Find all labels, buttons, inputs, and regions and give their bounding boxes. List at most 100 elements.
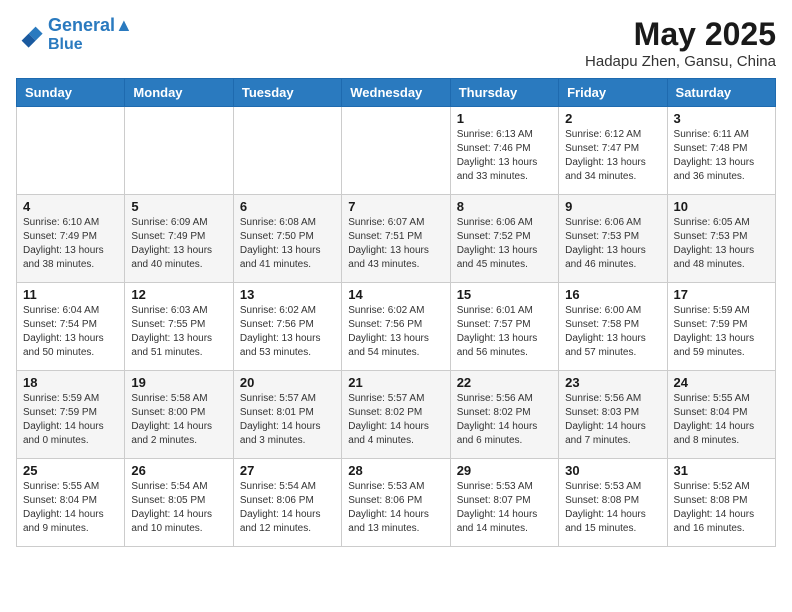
day-info: Sunrise: 6:01 AM Sunset: 7:57 PM Dayligh… bbox=[457, 304, 552, 360]
day-info: Sunrise: 6:02 AM Sunset: 7:56 PM Dayligh… bbox=[240, 304, 335, 360]
day-number: 9 bbox=[565, 199, 660, 214]
day-info: Sunrise: 5:58 AM Sunset: 8:00 PM Dayligh… bbox=[131, 392, 226, 448]
day-info: Sunrise: 6:12 AM Sunset: 7:47 PM Dayligh… bbox=[565, 128, 660, 184]
day-number: 12 bbox=[131, 287, 226, 302]
calendar-cell: 3 Sunrise: 6:11 AM Sunset: 7:48 PM Daylig… bbox=[667, 107, 775, 195]
day-number: 27 bbox=[240, 463, 335, 478]
calendar-cell: 26 Sunrise: 5:54 AM Sunset: 8:05 PM Dayli… bbox=[125, 459, 233, 547]
calendar-cell: 16 Sunrise: 6:00 AM Sunset: 7:58 PM Dayli… bbox=[559, 283, 667, 371]
calendar-cell: 15Sunrise: 6:01 AM Sunset: 7:57 PM Dayli… bbox=[450, 283, 558, 371]
day-info: Sunrise: 5:55 AM Sunset: 8:04 PM Dayligh… bbox=[674, 392, 769, 448]
day-info: Sunrise: 5:56 AM Sunset: 8:02 PM Dayligh… bbox=[457, 392, 552, 448]
calendar-cell: 4Sunrise: 6:10 AM Sunset: 7:49 PM Daylig… bbox=[17, 195, 125, 283]
day-number: 23 bbox=[565, 375, 660, 390]
calendar-cell bbox=[125, 107, 233, 195]
calendar-cell: 22 Sunrise: 5:56 AM Sunset: 8:02 PM Dayli… bbox=[450, 371, 558, 459]
day-number: 8 bbox=[457, 199, 552, 214]
logo-text: General▲ Blue bbox=[48, 16, 133, 53]
week-row-3: 18 Sunrise: 5:59 AM Sunset: 7:59 PM Dayli… bbox=[17, 371, 776, 459]
day-info: Sunrise: 5:55 AM Sunset: 8:04 PM Dayligh… bbox=[23, 480, 118, 536]
day-number: 28 bbox=[348, 463, 443, 478]
day-info: Sunrise: 6:00 AM Sunset: 7:58 PM Dayligh… bbox=[565, 304, 660, 360]
page-header: General▲ Blue May 2025 Hadapu Zhen, Gans… bbox=[16, 16, 776, 70]
calendar-cell: 13 Sunrise: 6:02 AM Sunset: 7:56 PM Dayli… bbox=[233, 283, 341, 371]
day-info: Sunrise: 5:53 AM Sunset: 8:08 PM Dayligh… bbox=[565, 480, 660, 536]
day-info: Sunrise: 5:59 AM Sunset: 7:59 PM Dayligh… bbox=[23, 392, 118, 448]
calendar-cell: 20 Sunrise: 5:57 AM Sunset: 8:01 PM Dayli… bbox=[233, 371, 341, 459]
day-info: Sunrise: 6:13 AM Sunset: 7:46 PM Dayligh… bbox=[457, 128, 552, 184]
calendar-cell: 12 Sunrise: 6:03 AM Sunset: 7:55 PM Dayli… bbox=[125, 283, 233, 371]
day-number: 13 bbox=[240, 287, 335, 302]
day-info: Sunrise: 6:03 AM Sunset: 7:55 PM Dayligh… bbox=[131, 304, 226, 360]
day-number: 26 bbox=[131, 463, 226, 478]
day-info: Sunrise: 6:04 AM Sunset: 7:54 PM Dayligh… bbox=[23, 304, 118, 360]
day-info: Sunrise: 6:06 AM Sunset: 7:53 PM Dayligh… bbox=[565, 216, 660, 272]
calendar-cell: 23 Sunrise: 5:56 AM Sunset: 8:03 PM Dayli… bbox=[559, 371, 667, 459]
calendar-cell bbox=[342, 107, 450, 195]
calendar-cell: 28 Sunrise: 5:53 AM Sunset: 8:06 PM Dayli… bbox=[342, 459, 450, 547]
day-info: Sunrise: 5:53 AM Sunset: 8:07 PM Dayligh… bbox=[457, 480, 552, 536]
day-info: Sunrise: 6:08 AM Sunset: 7:50 PM Dayligh… bbox=[240, 216, 335, 272]
calendar-cell: 6 Sunrise: 6:08 AM Sunset: 7:50 PM Daylig… bbox=[233, 195, 341, 283]
calendar-cell: 9 Sunrise: 6:06 AM Sunset: 7:53 PM Daylig… bbox=[559, 195, 667, 283]
calendar-cell bbox=[233, 107, 341, 195]
calendar-cell: 25Sunrise: 5:55 AM Sunset: 8:04 PM Dayli… bbox=[17, 459, 125, 547]
logo-line1: General bbox=[48, 15, 115, 35]
day-info: Sunrise: 5:57 AM Sunset: 8:01 PM Dayligh… bbox=[240, 392, 335, 448]
calendar-cell: 29 Sunrise: 5:53 AM Sunset: 8:07 PM Dayli… bbox=[450, 459, 558, 547]
month-title: May 2025 bbox=[585, 16, 776, 53]
calendar-cell: 24 Sunrise: 5:55 AM Sunset: 8:04 PM Dayli… bbox=[667, 371, 775, 459]
day-number: 22 bbox=[457, 375, 552, 390]
calendar-cell: 19 Sunrise: 5:58 AM Sunset: 8:00 PM Dayli… bbox=[125, 371, 233, 459]
calendar-header-row: SundayMondayTuesdayWednesdayThursdayFrid… bbox=[17, 79, 776, 107]
calendar-cell: 2 Sunrise: 6:12 AM Sunset: 7:47 PM Daylig… bbox=[559, 107, 667, 195]
day-info: Sunrise: 6:02 AM Sunset: 7:56 PM Dayligh… bbox=[348, 304, 443, 360]
day-number: 6 bbox=[240, 199, 335, 214]
calendar-cell: 17Sunrise: 5:59 AM Sunset: 7:59 PM Dayli… bbox=[667, 283, 775, 371]
day-number: 10 bbox=[674, 199, 769, 214]
day-number: 3 bbox=[674, 111, 769, 126]
day-number: 29 bbox=[457, 463, 552, 478]
calendar-cell: 27Sunrise: 5:54 AM Sunset: 8:06 PM Dayli… bbox=[233, 459, 341, 547]
day-info: Sunrise: 6:09 AM Sunset: 7:49 PM Dayligh… bbox=[131, 216, 226, 272]
location-title: Hadapu Zhen, Gansu, China bbox=[585, 53, 776, 70]
day-number: 31 bbox=[674, 463, 769, 478]
title-area: May 2025 Hadapu Zhen, Gansu, China bbox=[585, 16, 776, 70]
calendar-cell: 7Sunrise: 6:07 AM Sunset: 7:51 PM Daylig… bbox=[342, 195, 450, 283]
calendar-cell: 5 Sunrise: 6:09 AM Sunset: 7:49 PM Daylig… bbox=[125, 195, 233, 283]
day-number: 18 bbox=[23, 375, 118, 390]
header-tuesday: Tuesday bbox=[233, 79, 341, 107]
day-info: Sunrise: 5:57 AM Sunset: 8:02 PM Dayligh… bbox=[348, 392, 443, 448]
day-info: Sunrise: 5:56 AM Sunset: 8:03 PM Dayligh… bbox=[565, 392, 660, 448]
calendar-cell: 18 Sunrise: 5:59 AM Sunset: 7:59 PM Dayli… bbox=[17, 371, 125, 459]
day-number: 16 bbox=[565, 287, 660, 302]
day-info: Sunrise: 6:07 AM Sunset: 7:51 PM Dayligh… bbox=[348, 216, 443, 272]
day-info: Sunrise: 5:53 AM Sunset: 8:06 PM Dayligh… bbox=[348, 480, 443, 536]
day-info: Sunrise: 6:10 AM Sunset: 7:49 PM Dayligh… bbox=[23, 216, 118, 272]
day-number: 19 bbox=[131, 375, 226, 390]
day-number: 1 bbox=[457, 111, 552, 126]
day-number: 2 bbox=[565, 111, 660, 126]
day-info: Sunrise: 5:54 AM Sunset: 8:05 PM Dayligh… bbox=[131, 480, 226, 536]
calendar-cell: 31 Sunrise: 5:52 AM Sunset: 8:08 PM Dayli… bbox=[667, 459, 775, 547]
day-number: 5 bbox=[131, 199, 226, 214]
day-info: Sunrise: 5:59 AM Sunset: 7:59 PM Dayligh… bbox=[674, 304, 769, 360]
day-number: 24 bbox=[674, 375, 769, 390]
header-thursday: Thursday bbox=[450, 79, 558, 107]
day-number: 30 bbox=[565, 463, 660, 478]
day-info: Sunrise: 6:05 AM Sunset: 7:53 PM Dayligh… bbox=[674, 216, 769, 272]
calendar-cell: 8 Sunrise: 6:06 AM Sunset: 7:52 PM Daylig… bbox=[450, 195, 558, 283]
day-info: Sunrise: 6:06 AM Sunset: 7:52 PM Dayligh… bbox=[457, 216, 552, 272]
calendar-table: SundayMondayTuesdayWednesdayThursdayFrid… bbox=[16, 78, 776, 547]
day-info: Sunrise: 5:52 AM Sunset: 8:08 PM Dayligh… bbox=[674, 480, 769, 536]
header-saturday: Saturday bbox=[667, 79, 775, 107]
day-number: 20 bbox=[240, 375, 335, 390]
day-info: Sunrise: 6:11 AM Sunset: 7:48 PM Dayligh… bbox=[674, 128, 769, 184]
logo: General▲ Blue bbox=[16, 16, 133, 53]
logo-line2: Blue bbox=[48, 36, 133, 54]
calendar-cell: 11Sunrise: 6:04 AM Sunset: 7:54 PM Dayli… bbox=[17, 283, 125, 371]
calendar-cell: 30 Sunrise: 5:53 AM Sunset: 8:08 PM Dayli… bbox=[559, 459, 667, 547]
week-row-2: 11Sunrise: 6:04 AM Sunset: 7:54 PM Dayli… bbox=[17, 283, 776, 371]
calendar-cell bbox=[17, 107, 125, 195]
header-sunday: Sunday bbox=[17, 79, 125, 107]
